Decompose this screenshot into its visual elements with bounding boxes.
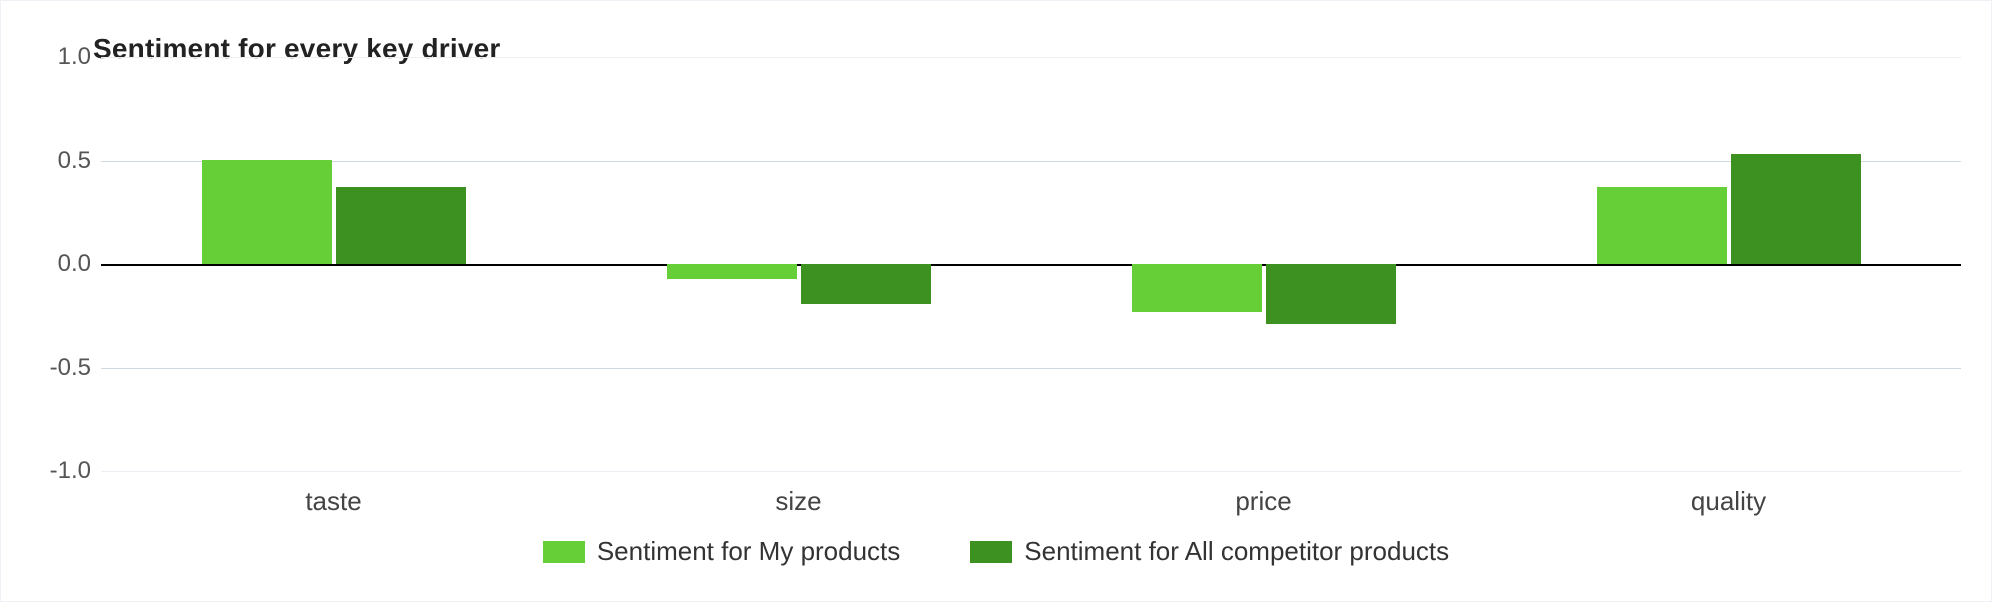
legend-swatch-icon [543,541,585,563]
gridline-0p5 [101,161,1961,162]
y-tick-label: -1.0 [31,457,91,485]
bar-comp-size [801,264,931,304]
bar-my-taste [202,160,332,264]
y-tick-label: 0.5 [31,147,91,175]
y-tick-label: -0.5 [31,354,91,382]
bar-my-quality [1597,187,1727,264]
legend-item-competitor-products[interactable]: Sentiment for All competitor products [970,536,1449,567]
legend-label: Sentiment for My products [597,536,900,567]
legend-item-my-products[interactable]: Sentiment for My products [543,536,900,567]
y-tick-label: 1.0 [31,43,91,71]
legend-label: Sentiment for All competitor products [1024,536,1449,567]
gridline-m0p5 [101,368,1961,369]
y-tick-label: 0.0 [31,250,91,278]
bar-comp-quality [1731,154,1861,264]
legend-swatch-icon [970,541,1012,563]
x-tick-label: taste [305,486,361,517]
bar-my-price [1132,264,1262,312]
plot-area: 1.0 0.5 0.0 -0.5 -1.0 taste size price q… [101,57,1961,471]
sentiment-chart: Sentiment for every key driver 1.0 0.5 0… [0,0,1992,602]
bar-my-size [667,264,797,279]
gridline-top [101,57,1961,58]
gridline-zero [101,264,1961,266]
gridline-bottom [101,471,1961,472]
x-tick-label: price [1235,486,1291,517]
x-tick-label: size [775,486,821,517]
x-tick-label: quality [1691,486,1766,517]
legend: Sentiment for My products Sentiment for … [1,536,1991,567]
bar-comp-taste [336,187,466,264]
bar-comp-price [1266,264,1396,324]
